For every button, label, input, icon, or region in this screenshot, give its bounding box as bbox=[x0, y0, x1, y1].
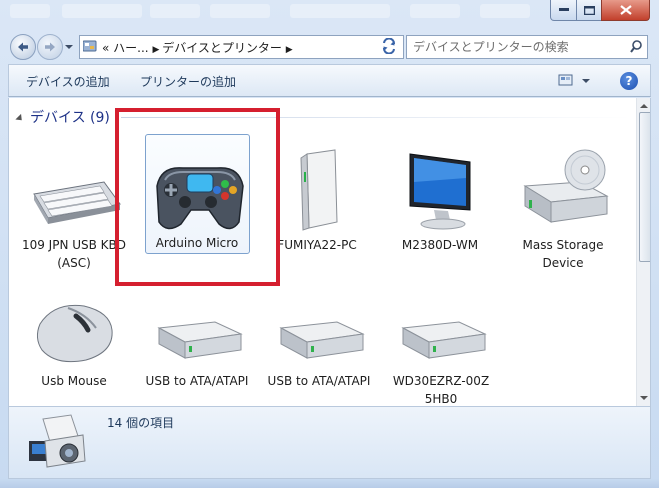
monitor-icon bbox=[409, 153, 471, 230]
scroll-up-icon[interactable] bbox=[640, 104, 648, 108]
device-label: M2380D-WM bbox=[401, 238, 479, 252]
printer-devices-icon bbox=[29, 414, 86, 468]
add-device-button[interactable]: デバイスの追加 bbox=[26, 73, 110, 90]
hard-drive-icon bbox=[157, 321, 243, 359]
close-icon bbox=[619, 5, 632, 15]
device-item-monitor[interactable]: M2380D-WM bbox=[384, 148, 496, 254]
highlight-annotation bbox=[115, 108, 280, 286]
device-label: WD30EZRZ-00Z 5HB0 bbox=[392, 374, 490, 406]
close-button[interactable] bbox=[601, 0, 650, 21]
arrow-left-icon bbox=[18, 42, 28, 52]
hard-drive-icon bbox=[401, 321, 487, 359]
taskbar-ghost bbox=[62, 4, 142, 18]
taskbar-ghost bbox=[210, 4, 270, 18]
keyboard-icon bbox=[33, 181, 121, 224]
recent-pages-dropdown-icon[interactable] bbox=[64, 44, 74, 52]
refresh-icon[interactable] bbox=[381, 38, 397, 54]
taskbar-ghost bbox=[10, 4, 50, 18]
address-prefix[interactable]: « bbox=[102, 41, 109, 55]
scrollbar-thumb[interactable] bbox=[639, 112, 650, 262]
maximize-icon bbox=[584, 5, 595, 15]
address-bar[interactable]: « ハー... ▶ デバイスとプリンター ▶ bbox=[79, 35, 438, 59]
back-button[interactable] bbox=[10, 34, 36, 60]
pc-tower-icon bbox=[300, 149, 338, 231]
mouse-icon bbox=[36, 304, 113, 363]
add-printer-button[interactable]: プリンターの追加 bbox=[140, 73, 236, 90]
hard-drive-icon bbox=[279, 321, 365, 359]
device-item-mass-storage[interactable]: Mass Storage Device bbox=[507, 148, 619, 272]
device-label: Mass Storage Device bbox=[522, 238, 604, 270]
device-label: USB to ATA/ATAPI bbox=[267, 374, 371, 388]
arrow-right-icon bbox=[45, 42, 55, 52]
device-item-wd30ezrz[interactable]: WD30EZRZ-00Z 5HB0 bbox=[385, 294, 497, 406]
taskbar-ghost bbox=[410, 4, 460, 18]
device-item-mouse[interactable]: Usb Mouse bbox=[18, 294, 130, 390]
device-item-keyboard[interactable]: 109 JPN USB KBD (ASC) bbox=[18, 148, 130, 272]
window-bottom-border bbox=[0, 479, 659, 488]
devices-and-printers-window: « ハー... ▶ デバイスとプリンター ▶ デバイスの追加 プリンターの追加 … bbox=[0, 0, 659, 488]
breadcrumb-separator-icon[interactable]: ▶ bbox=[286, 45, 293, 55]
device-label: Usb Mouse bbox=[41, 374, 107, 388]
taskbar-ghost bbox=[150, 4, 200, 18]
device-item-usb-ata-1[interactable]: USB to ATA/ATAPI bbox=[141, 294, 253, 390]
help-button[interactable]: ? bbox=[620, 72, 638, 90]
minimize-icon bbox=[559, 8, 569, 11]
group-label: デバイス (9) bbox=[30, 110, 110, 126]
device-list-pane: デバイス (9) 109 JPN USB KBD (ASC) Arduino M… bbox=[8, 98, 651, 406]
navigation-bar: « ハー... ▶ デバイスとプリンター ▶ bbox=[0, 30, 659, 60]
address-path: « ハー... ▶ デバイスとプリンター ▶ bbox=[102, 39, 293, 56]
title-bar bbox=[0, 0, 659, 28]
search-box bbox=[406, 35, 648, 59]
search-input[interactable] bbox=[411, 38, 625, 56]
device-item-usb-ata-2[interactable]: USB to ATA/ATAPI bbox=[263, 294, 375, 390]
control-panel-icon bbox=[83, 40, 97, 52]
vertical-scrollbar[interactable] bbox=[636, 98, 650, 406]
taskbar-ghost bbox=[480, 4, 530, 18]
minimize-button[interactable] bbox=[550, 0, 578, 21]
address-segment-parent[interactable]: ハー... bbox=[113, 41, 148, 55]
forward-button[interactable] bbox=[37, 34, 63, 60]
taskbar-ghost bbox=[290, 4, 390, 18]
mass-storage-icon bbox=[523, 149, 609, 223]
device-label: 109 JPN USB KBD (ASC) bbox=[21, 238, 127, 270]
devices-group-header[interactable]: デバイス (9) bbox=[15, 107, 110, 127]
view-options-icon bbox=[558, 74, 590, 86]
details-pane: 14 個の項目 bbox=[8, 406, 651, 479]
search-icon[interactable] bbox=[630, 40, 642, 53]
command-bar: デバイスの追加 プリンターの追加 ? bbox=[8, 64, 651, 97]
change-view-button[interactable] bbox=[557, 73, 593, 89]
collapse-arrow-icon[interactable] bbox=[15, 113, 25, 123]
breadcrumb-separator-icon[interactable]: ▶ bbox=[152, 45, 162, 55]
item-count: 14 個の項目 bbox=[107, 416, 175, 430]
device-label: USB to ATA/ATAPI bbox=[145, 374, 249, 388]
scroll-down-icon[interactable] bbox=[640, 396, 648, 400]
address-segment-current[interactable]: デバイスとプリンター bbox=[162, 41, 282, 55]
maximize-button[interactable] bbox=[576, 0, 603, 21]
